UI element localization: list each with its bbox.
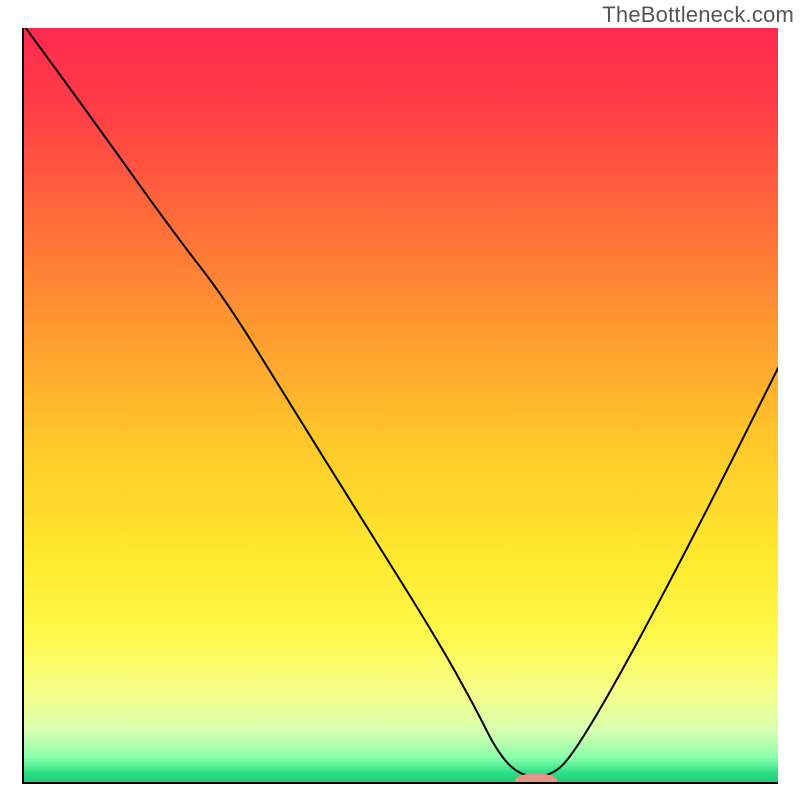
gradient-background [22, 28, 778, 784]
chart-svg [22, 28, 778, 784]
chart-frame: TheBottleneck.com [0, 0, 800, 800]
plot-area [22, 28, 778, 784]
watermark-text: TheBottleneck.com [602, 2, 794, 28]
